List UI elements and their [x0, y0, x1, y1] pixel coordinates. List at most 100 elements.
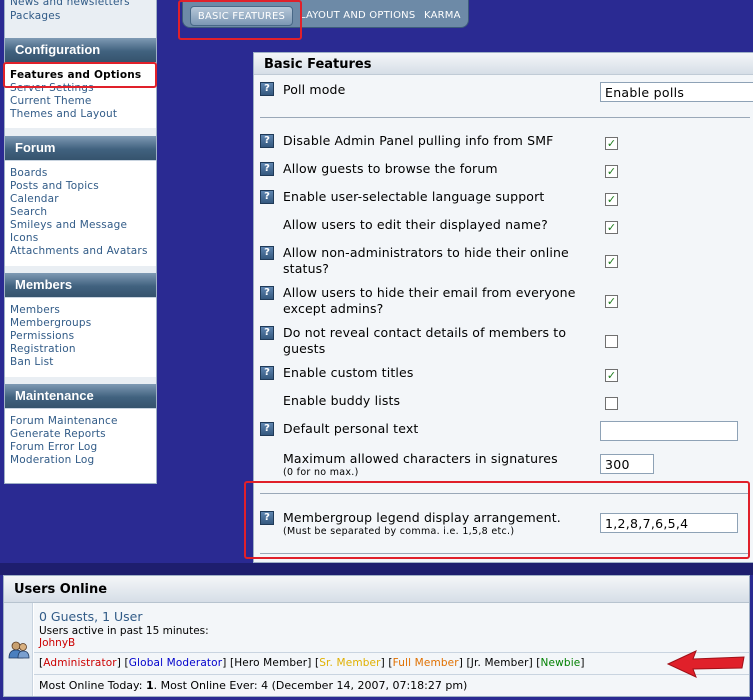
option-label: Do not reveal contact details of members…	[283, 325, 567, 356]
help-icon[interactable]: ?	[260, 190, 274, 204]
option-label: Enable user-selectable language support	[283, 189, 545, 204]
option-checkbox-hide-email[interactable]: ✓	[605, 295, 618, 308]
sidebar-item-permissions[interactable]: Permissions	[10, 330, 74, 342]
legend-arrangement-note: (Must be separated by comma. i.e. 1,5,8 …	[283, 526, 515, 537]
legend-arrangement-input[interactable]: 1,2,8,7,6,5,4	[600, 513, 738, 533]
most-online-stats: Most Online Today: 1. Most Online Ever: …	[39, 679, 468, 692]
signature-max-input[interactable]: 300	[600, 454, 654, 474]
legend-newbie[interactable]: Newbie	[541, 657, 581, 669]
panel-title: Basic Features	[254, 53, 753, 75]
sidebar-item-search[interactable]: Search	[10, 206, 47, 218]
sidebar-item-ban-list[interactable]: Ban List	[10, 356, 54, 368]
poll-mode-label: Poll mode	[283, 82, 346, 97]
sidebar-item-members[interactable]: Members	[10, 304, 60, 316]
help-icon[interactable]: ?	[260, 422, 274, 436]
sidebar-item-membergroups[interactable]: Membergroups	[10, 317, 91, 329]
red-arrow-icon	[666, 650, 745, 678]
option-checkbox-edit-display-name[interactable]: ✓	[605, 221, 618, 234]
separator	[260, 117, 750, 118]
signature-max-value: 300	[605, 457, 630, 472]
maintenance-links: Forum Maintenance Generate Reports Forum…	[5, 408, 156, 483]
option-label: Disable Admin Panel pulling info from SM…	[283, 133, 554, 148]
personal-text-label: Default personal text	[283, 421, 419, 436]
sidebar-item-attachments-and-avatars[interactable]: Attachments and Avatars	[10, 245, 148, 257]
option-label: Allow guests to browse the forum	[283, 161, 498, 176]
tab-layout-and-options[interactable]: LAYOUT AND OPTIONS	[300, 10, 415, 21]
help-icon[interactable]: ?	[260, 286, 274, 300]
admin-sidebar: News and newsletters Packages Configurat…	[4, 0, 157, 484]
separator	[260, 553, 750, 554]
divider	[34, 652, 749, 653]
sidebar-item-registration[interactable]: Registration	[10, 343, 76, 355]
sidebar-item-packages[interactable]: Packages	[10, 10, 61, 22]
legend-full-member[interactable]: Full Member	[393, 657, 459, 669]
users-online-box: Users Online 0 Guests, 1 User Users acti…	[3, 575, 750, 697]
sidebar-item-boards[interactable]: Boards	[10, 167, 48, 179]
help-icon[interactable]: ?	[260, 82, 274, 96]
sidebar-item-forum-error-log[interactable]: Forum Error Log	[10, 441, 97, 453]
members-links: Members Membergroups Permissions Registr…	[5, 297, 156, 377]
poll-mode-value: Enable polls	[605, 85, 685, 100]
help-icon[interactable]: ?	[260, 246, 274, 260]
active-user-link[interactable]: JohnyB	[39, 637, 75, 649]
sidebar-section-forum: Forum	[5, 136, 156, 160]
users-active-label: Users active in past 15 minutes:	[39, 625, 209, 637]
sidebar-item-smileys[interactable]: Smileys and Message Icons	[10, 219, 140, 245]
users-online-icon	[8, 641, 30, 659]
sidebar-section-members: Members	[5, 273, 156, 297]
basic-features-panel: Basic Features ? Poll mode Enable polls …	[253, 52, 753, 563]
option-label: Enable buddy lists	[283, 393, 401, 408]
option-checkbox-disable-admin-panel-info[interactable]: ✓	[605, 137, 618, 150]
legend-hero-member[interactable]: Hero Member	[234, 657, 307, 669]
sidebar-item-themes-and-layout[interactable]: Themes and Layout	[10, 108, 117, 120]
tab-basic-features[interactable]: BASIC FEATURES	[190, 6, 293, 26]
option-label: Allow users to hide their email from eve…	[283, 285, 576, 316]
help-icon[interactable]: ?	[260, 162, 274, 176]
tab-karma[interactable]: KARMA	[424, 10, 461, 21]
page-divider	[0, 563, 753, 575]
sidebar-item-calendar[interactable]: Calendar	[10, 193, 59, 205]
option-checkbox-hide-online-status[interactable]: ✓	[605, 255, 618, 268]
option-checkbox-hide-contact-details[interactable]	[605, 335, 618, 348]
sidebar-item-server-settings[interactable]: Server Settings	[10, 82, 94, 94]
help-icon[interactable]: ?	[260, 326, 274, 340]
signature-label: Maximum allowed characters in signatures…	[283, 451, 558, 478]
sidebar-item-news[interactable]: News and newsletters	[10, 0, 130, 8]
option-checkbox-language-support[interactable]: ✓	[605, 193, 618, 206]
option-label: Enable custom titles	[283, 365, 414, 380]
poll-mode-select[interactable]: Enable polls	[600, 82, 753, 102]
help-icon[interactable]: ?	[260, 366, 274, 380]
sidebar-item-features-and-options[interactable]: Features and Options	[10, 69, 141, 81]
membergroup-legend: [Administrator] [Global Moderator] [Hero…	[39, 657, 585, 669]
legend-administrator[interactable]: Administrator	[43, 657, 117, 669]
sidebar-item-posts-and-topics[interactable]: Posts and Topics	[10, 180, 99, 192]
option-label: Allow users to edit their displayed name…	[283, 217, 548, 232]
option-checkbox-custom-titles[interactable]: ✓	[605, 369, 618, 382]
users-online-content: 0 Guests, 1 User Users active in past 15…	[34, 603, 749, 696]
users-online-title: Users Online	[4, 576, 749, 603]
configuration-links: Features and Options Server Settings Cur…	[5, 62, 156, 128]
option-checkbox-guests-browse[interactable]: ✓	[605, 165, 618, 178]
legend-arrangement-value: 1,2,8,7,6,5,4	[605, 516, 689, 531]
signature-note: (0 for no max.)	[283, 467, 359, 478]
divider	[34, 674, 749, 675]
legend-sr-member[interactable]: Sr. Member	[319, 657, 380, 669]
users-online-summary[interactable]: 0 Guests, 1 User	[39, 609, 143, 624]
legend-arrangement-label: Membergroup legend display arrangement.(…	[283, 510, 561, 537]
separator	[260, 493, 750, 494]
legend-global-moderator[interactable]: Global Moderator	[129, 657, 222, 669]
sidebar-item-forum-maintenance[interactable]: Forum Maintenance	[10, 415, 118, 427]
sidebar-item-moderation-log[interactable]: Moderation Log	[10, 454, 94, 466]
sidebar-item-current-theme[interactable]: Current Theme	[10, 95, 92, 107]
option-label: Allow non-administrators to hide their o…	[283, 245, 569, 276]
personal-text-input[interactable]	[600, 421, 738, 441]
help-icon[interactable]: ?	[260, 134, 274, 148]
sidebar-section-maintenance: Maintenance	[5, 384, 156, 408]
sidebar-item-generate-reports[interactable]: Generate Reports	[10, 428, 106, 440]
tab-bar: BASIC FEATURES LAYOUT AND OPTIONS KARMA	[182, 0, 469, 28]
forum-links: Boards Posts and Topics Calendar Search …	[5, 160, 156, 266]
help-icon[interactable]: ?	[260, 511, 274, 525]
sidebar-section-configuration: Configuration	[5, 38, 156, 62]
option-checkbox-buddy-lists[interactable]	[605, 397, 618, 410]
legend-jr-member[interactable]: Jr. Member	[471, 657, 529, 669]
